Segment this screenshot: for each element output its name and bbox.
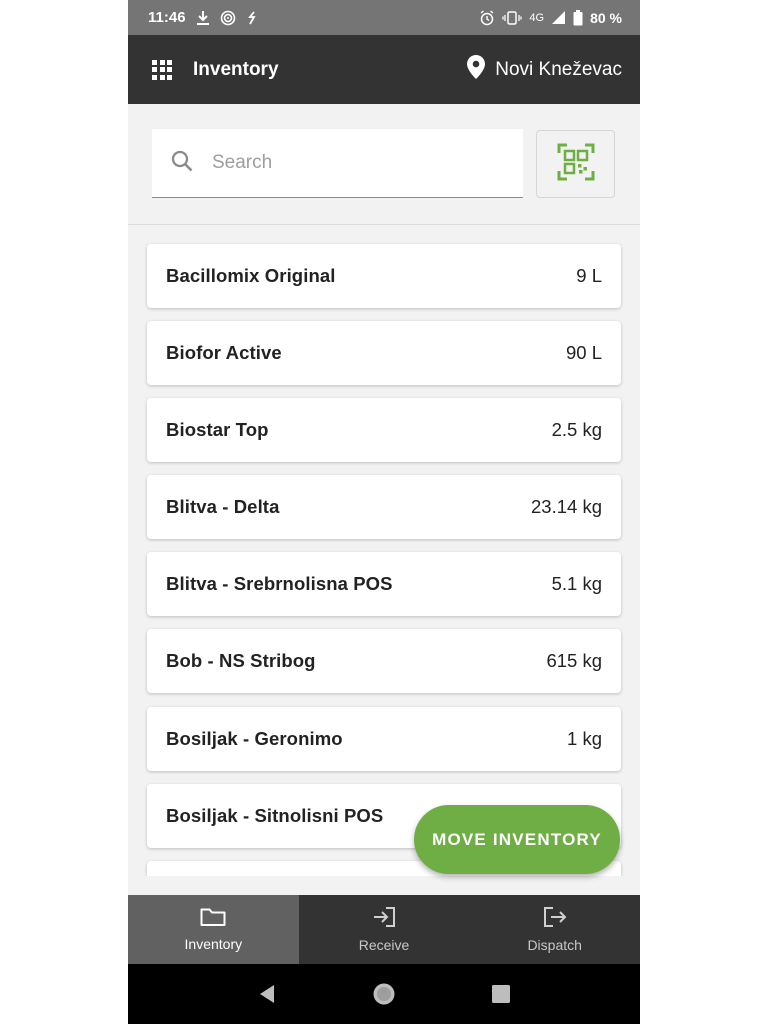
inventory-item[interactable]: Biofor Active 90 L [147, 321, 621, 385]
item-name: Biofor Active [166, 342, 282, 363]
system-nav-bar [128, 964, 640, 1024]
spiral-icon [220, 10, 236, 26]
battery-icon [573, 9, 583, 26]
move-inventory-button[interactable]: MOVE INVENTORY [414, 805, 620, 874]
search-box[interactable] [152, 129, 523, 198]
page-title: Inventory [193, 58, 279, 80]
recents-icon[interactable] [481, 974, 521, 1014]
item-quantity: 90 L [565, 342, 602, 363]
back-icon[interactable] [247, 974, 287, 1014]
inventory-item[interactable]: Blitva - Delta 23.14 kg [147, 475, 621, 539]
search-input[interactable] [212, 152, 492, 174]
alarm-icon [479, 9, 495, 26]
download-icon [196, 10, 210, 26]
item-quantity: 615 kg [546, 650, 602, 671]
login-icon [371, 906, 397, 931]
tab-inventory[interactable]: Inventory [128, 895, 299, 964]
location-selector[interactable]: Novi Kneževac [467, 54, 622, 85]
qr-code-icon [557, 143, 595, 186]
inventory-list: Bacillomix Original 9 L Biofor Active 90… [128, 226, 640, 876]
item-quantity: 5.1 kg [551, 573, 602, 594]
item-name: Bacillomix Original [166, 265, 336, 286]
search-icon [170, 149, 194, 178]
item-name: Bosiljak - Sitnolisni POS [166, 805, 384, 826]
folder-icon [200, 907, 226, 930]
tab-label: Inventory [184, 936, 243, 952]
signal-icon [551, 10, 566, 25]
logout-icon [542, 906, 568, 931]
phone-screen: 11:46 4G 80 % Inventory Novi Kneževac Se… [128, 0, 640, 1024]
status-bar: 11:46 4G 80 % [128, 0, 640, 35]
item-name: Bob - NS Stribog [166, 650, 316, 671]
item-name: Biostar Top [166, 419, 269, 440]
apps-grid-icon[interactable] [152, 59, 172, 80]
bottom-nav: Inventory Receive Dispatch [128, 895, 640, 964]
qr-scan-button[interactable] [536, 130, 615, 198]
item-quantity: 1 kg [567, 728, 602, 749]
item-quantity: 9 L [576, 265, 602, 286]
location-pin-icon [467, 54, 486, 85]
sync-icon [246, 10, 258, 26]
item-quantity: 23.14 kg [531, 496, 602, 517]
inventory-item[interactable]: Bob - NS Stribog 615 kg [147, 629, 621, 693]
item-quantity: 2.5 kg [551, 419, 602, 440]
item-name: Blitva - Srebrnolisna POS [166, 573, 393, 594]
app-bar: Inventory Novi Kneževac [128, 35, 640, 104]
network-type: 4G [529, 11, 545, 24]
inventory-item[interactable]: Bosiljak - Geronimo 1 kg [147, 707, 621, 771]
status-time: 11:46 [148, 9, 186, 26]
item-name: Bosiljak - Geronimo [166, 728, 343, 749]
item-name: Blitva - Delta [166, 496, 280, 517]
vibrate-icon [502, 10, 523, 25]
tab-label: Dispatch [527, 937, 582, 953]
home-icon[interactable] [364, 974, 404, 1014]
tab-receive[interactable]: Receive [299, 895, 470, 964]
battery-level: 80 % [590, 9, 622, 26]
tab-dispatch[interactable]: Dispatch [469, 895, 640, 964]
inventory-item[interactable]: Biostar Top 2.5 kg [147, 398, 621, 462]
location-name: Novi Kneževac [495, 58, 622, 80]
inventory-item[interactable]: Bacillomix Original 9 L [147, 244, 621, 308]
tab-label: Receive [358, 937, 410, 953]
inventory-item[interactable]: Blitva - Srebrnolisna POS 5.1 kg [147, 552, 621, 616]
search-area [128, 104, 640, 225]
